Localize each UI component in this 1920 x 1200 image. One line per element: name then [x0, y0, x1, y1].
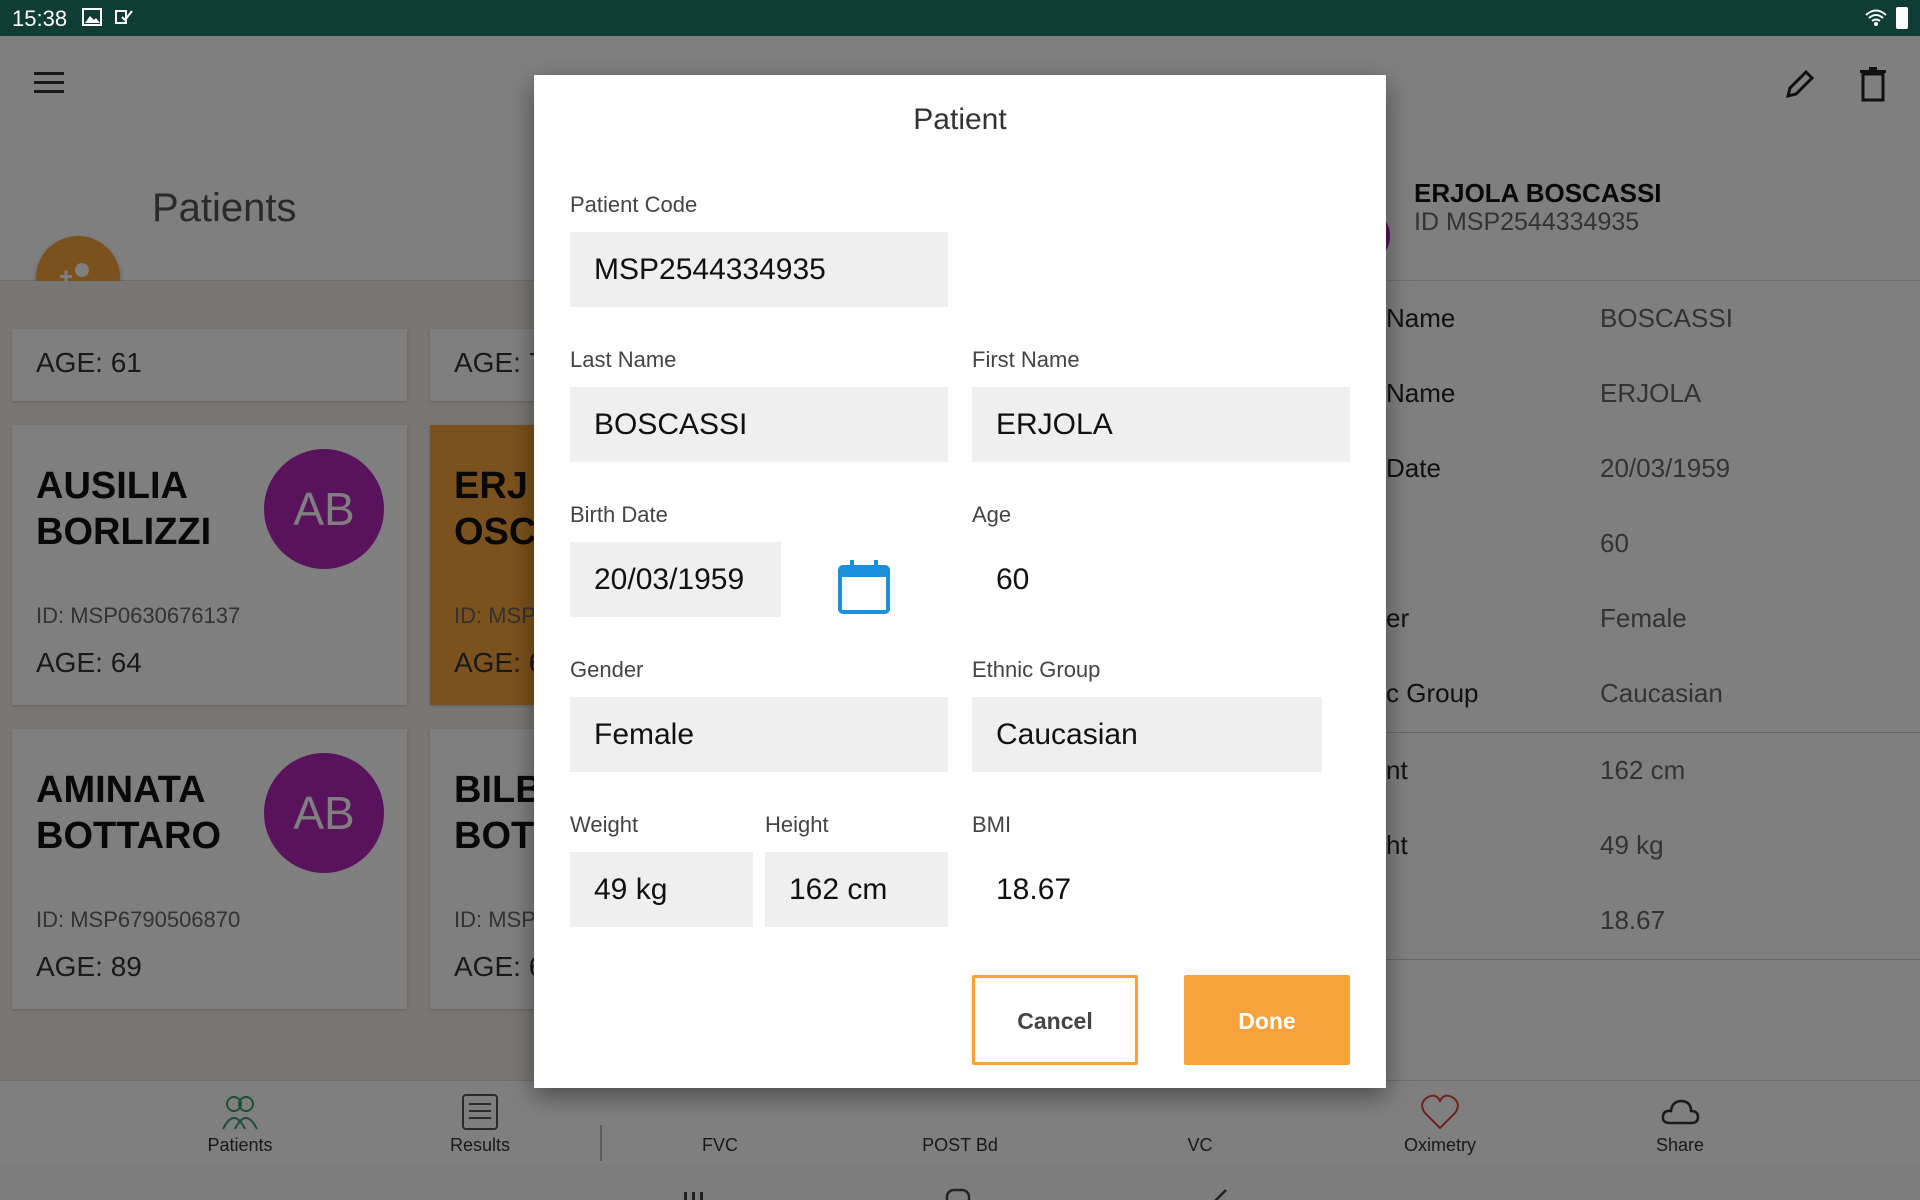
height-label: Height [765, 812, 829, 837]
first-name-label: First Name [972, 347, 1080, 372]
height-field[interactable]: 162 cm [765, 852, 948, 927]
bmi-value: 18.67 [996, 873, 1072, 906]
calendar-icon[interactable] [837, 559, 891, 615]
status-time: 15:38 [12, 6, 68, 31]
last-name-label: Last Name [570, 347, 677, 372]
bmi-label: BMI [972, 812, 1012, 837]
image-icon [82, 8, 102, 26]
ethnic-group-label: Ethnic Group [972, 657, 1101, 682]
first-name-field[interactable]: ERJOLA [972, 387, 1350, 462]
weight-field[interactable]: 49 kg [570, 852, 753, 927]
birth-date-field[interactable]: 20/03/1959 [570, 542, 781, 617]
patient-code-field[interactable]: MSP2544334935 [570, 232, 948, 307]
dialog-title: Patient [913, 103, 1007, 136]
age-label: Age [972, 502, 1012, 527]
notification-icon [115, 10, 133, 24]
cancel-button[interactable]: Cancel [972, 975, 1138, 1065]
age-value: 60 [996, 563, 1030, 596]
last-name-field[interactable]: BOSCASSI [570, 387, 948, 462]
battery-icon [1896, 7, 1908, 29]
gender-select[interactable]: Female [570, 697, 948, 772]
patient-code-label: Patient Code [570, 192, 698, 217]
ethnic-group-select[interactable]: Caucasian [972, 697, 1322, 772]
status-bar: 15:38 [0, 0, 1920, 36]
done-button[interactable]: Done [1184, 975, 1350, 1065]
patient-dialog: Patient Patient Code MSP2544334935 Last … [534, 75, 1386, 1088]
weight-label: Weight [570, 812, 639, 837]
gender-label: Gender [570, 657, 644, 682]
birth-date-label: Birth Date [570, 502, 668, 527]
wifi-icon [1865, 9, 1887, 26]
